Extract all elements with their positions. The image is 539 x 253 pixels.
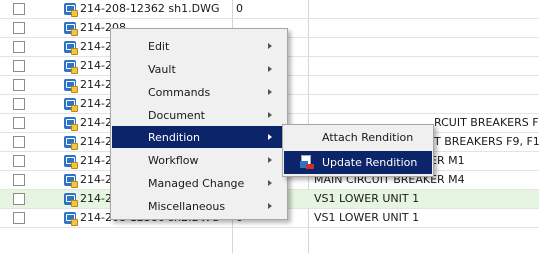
row-checkbox[interactable] [13,174,25,186]
dwg-file-icon [64,117,78,131]
dwg-file-icon [64,155,78,169]
file-name: 214-208-12362 sh1.DWG [80,2,220,15]
row-checkbox[interactable] [13,98,25,110]
context-menu: Edit Vault Commands Document Rendition W… [110,28,288,220]
menu-item-label: Miscellaneous [148,200,226,213]
dwg-file-icon [64,193,78,207]
dwg-file-icon [64,136,78,150]
file-version: 0 [236,2,243,15]
menu-item-label: Vault [148,63,176,76]
submenu-arrow-icon [268,89,272,95]
submenu-arrow-icon [268,112,272,118]
rendition-submenu: Attach Rendition Update Rendition [282,124,434,177]
submenu-item-update-rendition[interactable]: Update Rendition [284,151,432,174]
menu-item-label: Managed Change [148,177,245,190]
row-checkbox[interactable] [13,193,25,205]
dwg-file-icon [64,60,78,74]
menu-item-managed-change[interactable]: Managed Change [112,172,286,194]
menu-item-label: Rendition [148,131,200,144]
menu-item-miscellaneous[interactable]: Miscellaneous [112,195,286,217]
menu-item-vault[interactable]: Vault [112,58,286,80]
submenu-item-attach-rendition[interactable]: Attach Rendition [284,126,432,149]
row-checkbox[interactable] [13,60,25,72]
menu-item-label: Document [148,109,205,122]
menu-item-workflow[interactable]: Workflow [112,149,286,171]
submenu-item-label: Attach Rendition [322,131,414,144]
file-description: T BREAKERS F9, F1 [434,135,539,148]
submenu-arrow-icon [268,134,272,140]
submenu-arrow-icon [268,43,272,49]
row-checkbox[interactable] [13,79,25,91]
dwg-file-icon [64,212,78,226]
table-row[interactable]: 214-208-12362 sh1.DWG 0 [0,0,539,19]
row-checkbox[interactable] [13,41,25,53]
row-checkbox[interactable] [13,22,25,34]
file-description: RCUIT BREAKERS F [434,116,539,129]
menu-item-label: Commands [148,86,211,99]
menu-item-label: Edit [148,40,170,53]
row-checkbox[interactable] [13,155,25,167]
menu-item-label: Workflow [148,154,199,167]
submenu-arrow-icon [268,180,272,186]
row-checkbox[interactable] [13,212,25,224]
row-checkbox[interactable] [13,117,25,129]
submenu-arrow-icon [268,157,272,163]
row-checkbox[interactable] [13,3,25,15]
menu-item-document[interactable]: Document [112,104,286,126]
update-rendition-icon [300,155,314,170]
menu-item-commands[interactable]: Commands [112,81,286,103]
file-description: VS1 LOWER UNIT 1 [314,192,420,205]
dwg-file-icon [64,174,78,188]
submenu-item-label: Update Rendition [322,156,418,169]
dwg-file-icon [64,3,78,17]
dwg-file-icon [64,98,78,112]
menu-item-rendition[interactable]: Rendition [112,126,286,148]
dwg-file-icon [64,22,78,36]
file-description: VS1 LOWER UNIT 1 [314,211,420,224]
submenu-arrow-icon [268,66,272,72]
submenu-arrow-icon [268,203,272,209]
dwg-file-icon [64,41,78,55]
dwg-file-icon [64,79,78,93]
menu-item-edit[interactable]: Edit [112,35,286,57]
row-checkbox[interactable] [13,136,25,148]
